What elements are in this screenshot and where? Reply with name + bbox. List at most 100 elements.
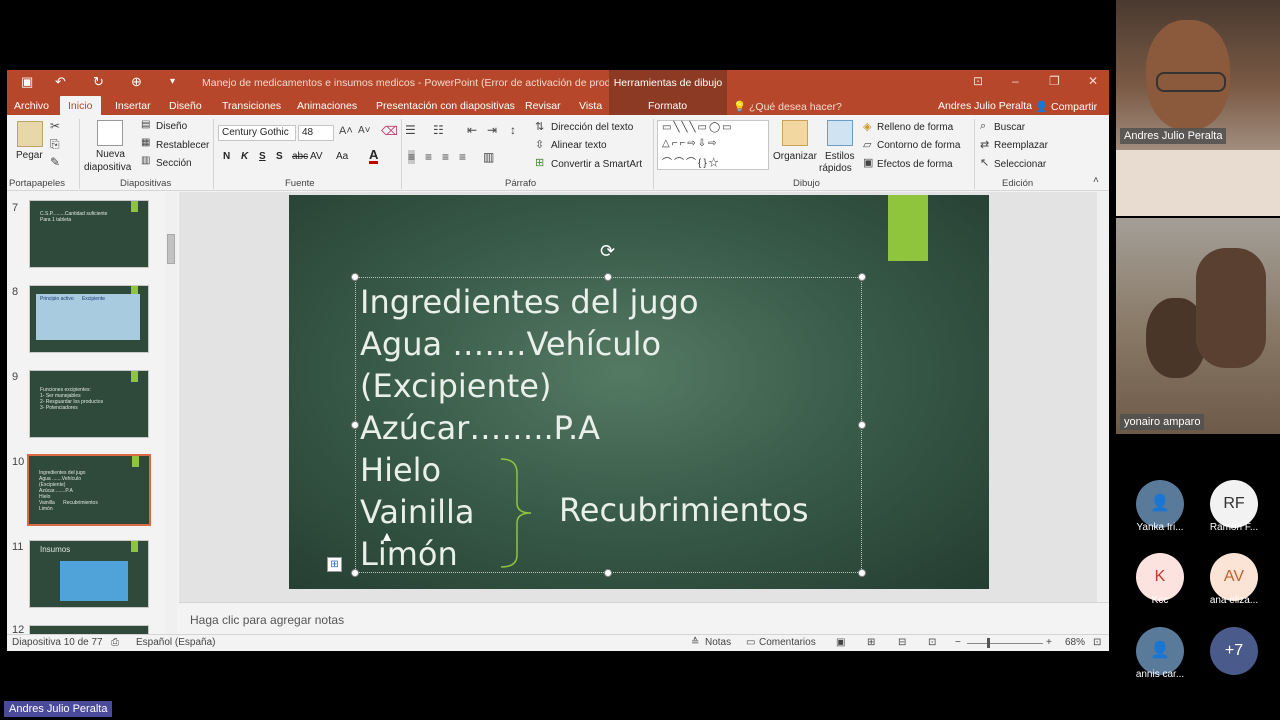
layout-options-icon[interactable]: ⊞	[327, 557, 342, 572]
shape-fill-button[interactable]: Relleno de forma	[877, 122, 953, 133]
tab-transiciones[interactable]: Transiciones	[222, 100, 281, 112]
redo-icon[interactable]: ↻	[93, 74, 104, 90]
bullets-icon[interactable]: ☰	[405, 123, 416, 137]
reset-button[interactable]: Restablecer	[156, 140, 209, 151]
save-icon[interactable]: ▣	[21, 74, 33, 90]
arrange-button[interactable]: Organizar	[773, 151, 817, 162]
shapes-gallery[interactable]: ▭╲╲╲▭◯▭ △⌐⌐⇨⇩⇨ ⌒⌒⌒{}☆	[657, 120, 769, 170]
select-button[interactable]: Seleccionar	[994, 159, 1046, 170]
replace-button[interactable]: Reemplazar	[994, 140, 1048, 151]
align-center-icon[interactable]: ≡	[425, 150, 432, 164]
strikethrough-button[interactable]: abc	[292, 151, 308, 162]
slide-thumbnail[interactable]: Insumos	[29, 540, 149, 608]
shapes-row-2[interactable]: △⌐⌐⇨⇩⇨	[662, 138, 719, 149]
slide-thumbnail-selected[interactable]: Ingredientes del jugo Agua .......Vehícu…	[27, 454, 151, 526]
zoom-level[interactable]: 68%	[1065, 637, 1085, 648]
arrange-icon[interactable]	[782, 120, 808, 146]
line-spacing-icon[interactable]: ↕	[510, 123, 516, 137]
share-button[interactable]: 👤 Compartir	[1035, 100, 1097, 113]
fit-to-window-icon[interactable]: ⊡	[1093, 637, 1101, 648]
underline-button[interactable]: S	[259, 151, 266, 162]
tab-revisar[interactable]: Revisar	[525, 100, 561, 112]
font-name-select[interactable]: Century Gothic	[218, 125, 296, 141]
layout-button[interactable]: Diseño	[156, 121, 187, 132]
paste-label[interactable]: Pegar	[16, 150, 43, 161]
increase-indent-icon[interactable]: ⇥	[487, 123, 497, 137]
language-indicator[interactable]: Español (España)	[136, 637, 216, 648]
change-case-button[interactable]: Aa	[336, 151, 348, 162]
paste-icon[interactable]	[17, 121, 43, 147]
maximize-icon[interactable]: ❐	[1049, 74, 1060, 88]
tab-presentacion[interactable]: Presentación con diapositivas	[376, 100, 515, 112]
find-icon[interactable]: ⌕	[980, 120, 986, 133]
resize-handle[interactable]	[858, 421, 866, 429]
shape-fill-icon[interactable]: ◈	[863, 120, 871, 133]
comments-icon[interactable]: ▭	[746, 637, 755, 648]
current-slide[interactable]: ⟳ Ingredientes del jugo Agua …….Vehículo…	[289, 195, 989, 589]
replace-icon[interactable]: ⇄	[980, 138, 989, 151]
section-icon[interactable]: ▥	[141, 155, 150, 166]
shapes-row-3[interactable]: ⌒⌒⌒{}☆	[662, 154, 721, 169]
text-direction-button[interactable]: Dirección del texto	[551, 122, 633, 133]
resize-handle[interactable]	[351, 421, 359, 429]
columns-icon[interactable]: ▥	[483, 150, 494, 164]
more-participants-button[interactable]: +7	[1210, 627, 1258, 675]
shape-effects-button[interactable]: Efectos de forma	[877, 159, 953, 170]
shape-outline-button[interactable]: Contorno de forma	[877, 140, 960, 151]
font-color-button[interactable]: A	[369, 148, 379, 164]
italic-button[interactable]: K	[241, 151, 248, 162]
tab-animaciones[interactable]: Animaciones	[297, 100, 357, 112]
tab-archivo[interactable]: Archivo	[14, 100, 49, 112]
quick-styles-label-1[interactable]: Estilos	[825, 151, 854, 162]
tab-diseno[interactable]: Diseño	[169, 100, 202, 112]
reset-icon[interactable]: ▦	[141, 137, 150, 148]
tab-formato[interactable]: Formato	[648, 100, 687, 112]
slideshow-icon[interactable]: ⊡	[928, 637, 936, 648]
align-text-button[interactable]: Alinear texto	[551, 140, 607, 151]
shape-effects-icon[interactable]: ▣	[863, 156, 873, 169]
comments-toggle[interactable]: Comentarios	[759, 637, 816, 648]
new-slide-icon[interactable]	[97, 120, 123, 146]
normal-view-icon[interactable]: ▣	[836, 637, 845, 648]
thumbnails-scrollbar[interactable]	[165, 192, 177, 634]
format-painter-icon[interactable]: ✎	[50, 155, 60, 169]
align-right-icon[interactable]: ≡	[442, 150, 449, 164]
shape-outline-icon[interactable]: ▱	[863, 138, 871, 151]
section-button[interactable]: Sección	[156, 158, 192, 169]
participant-avatar[interactable]: RF	[1210, 480, 1258, 528]
slide-thumbnail[interactable]: Funciones excipientes: 1- Ser manejables…	[29, 370, 149, 438]
find-button[interactable]: Buscar	[994, 122, 1025, 133]
reading-view-icon[interactable]: ⊟	[898, 637, 906, 648]
resize-handle[interactable]	[351, 273, 359, 281]
bold-button[interactable]: N	[223, 151, 230, 162]
clear-formatting-icon[interactable]: ⌫	[381, 124, 398, 138]
tab-insertar[interactable]: Insertar	[115, 100, 151, 112]
close-icon[interactable]: ✕	[1088, 74, 1098, 88]
select-icon[interactable]: ↖	[980, 156, 989, 169]
notes-toggle[interactable]: Notas	[705, 637, 731, 648]
account-name[interactable]: Andres Julio Peralta	[938, 100, 1032, 112]
customize-toolbar-icon[interactable]: ▾	[170, 76, 175, 87]
convert-smartart-button[interactable]: Convertir a SmartArt	[551, 159, 642, 170]
align-left-icon[interactable]: ≡	[408, 150, 416, 164]
smartart-icon[interactable]: ⊞	[535, 156, 544, 169]
zoom-slider-thumb[interactable]	[987, 638, 990, 648]
grow-font-icon[interactable]: A˄	[339, 125, 353, 137]
undo-icon[interactable]: ↶	[55, 74, 66, 90]
slide-thumbnail[interactable]	[29, 625, 149, 634]
align-text-icon[interactable]: ⇳	[535, 138, 544, 151]
zoom-in-icon[interactable]: +	[1046, 637, 1052, 648]
slide-thumbnail[interactable]: C.S.P.........Cantidad suficiente Para 1…	[29, 200, 149, 268]
char-spacing-button[interactable]: AV	[310, 151, 323, 162]
tell-me-search[interactable]: 💡 ¿Qué desea hacer?	[733, 100, 842, 113]
decrease-indent-icon[interactable]: ⇤	[467, 123, 477, 137]
participant-avatar[interactable]: AV	[1210, 553, 1258, 601]
shapes-row-1[interactable]: ▭╲╲╲▭◯▭	[662, 122, 734, 133]
quick-styles-icon[interactable]	[827, 120, 853, 146]
tab-inicio[interactable]: Inicio	[60, 96, 101, 115]
presenter-icon[interactable]: ⊕	[131, 74, 142, 90]
participant-avatar[interactable]: 👤	[1136, 480, 1184, 528]
quick-styles-label-2[interactable]: rápidos	[819, 163, 852, 174]
numbering-icon[interactable]: ☷	[433, 123, 444, 137]
resize-handle[interactable]	[604, 273, 612, 281]
